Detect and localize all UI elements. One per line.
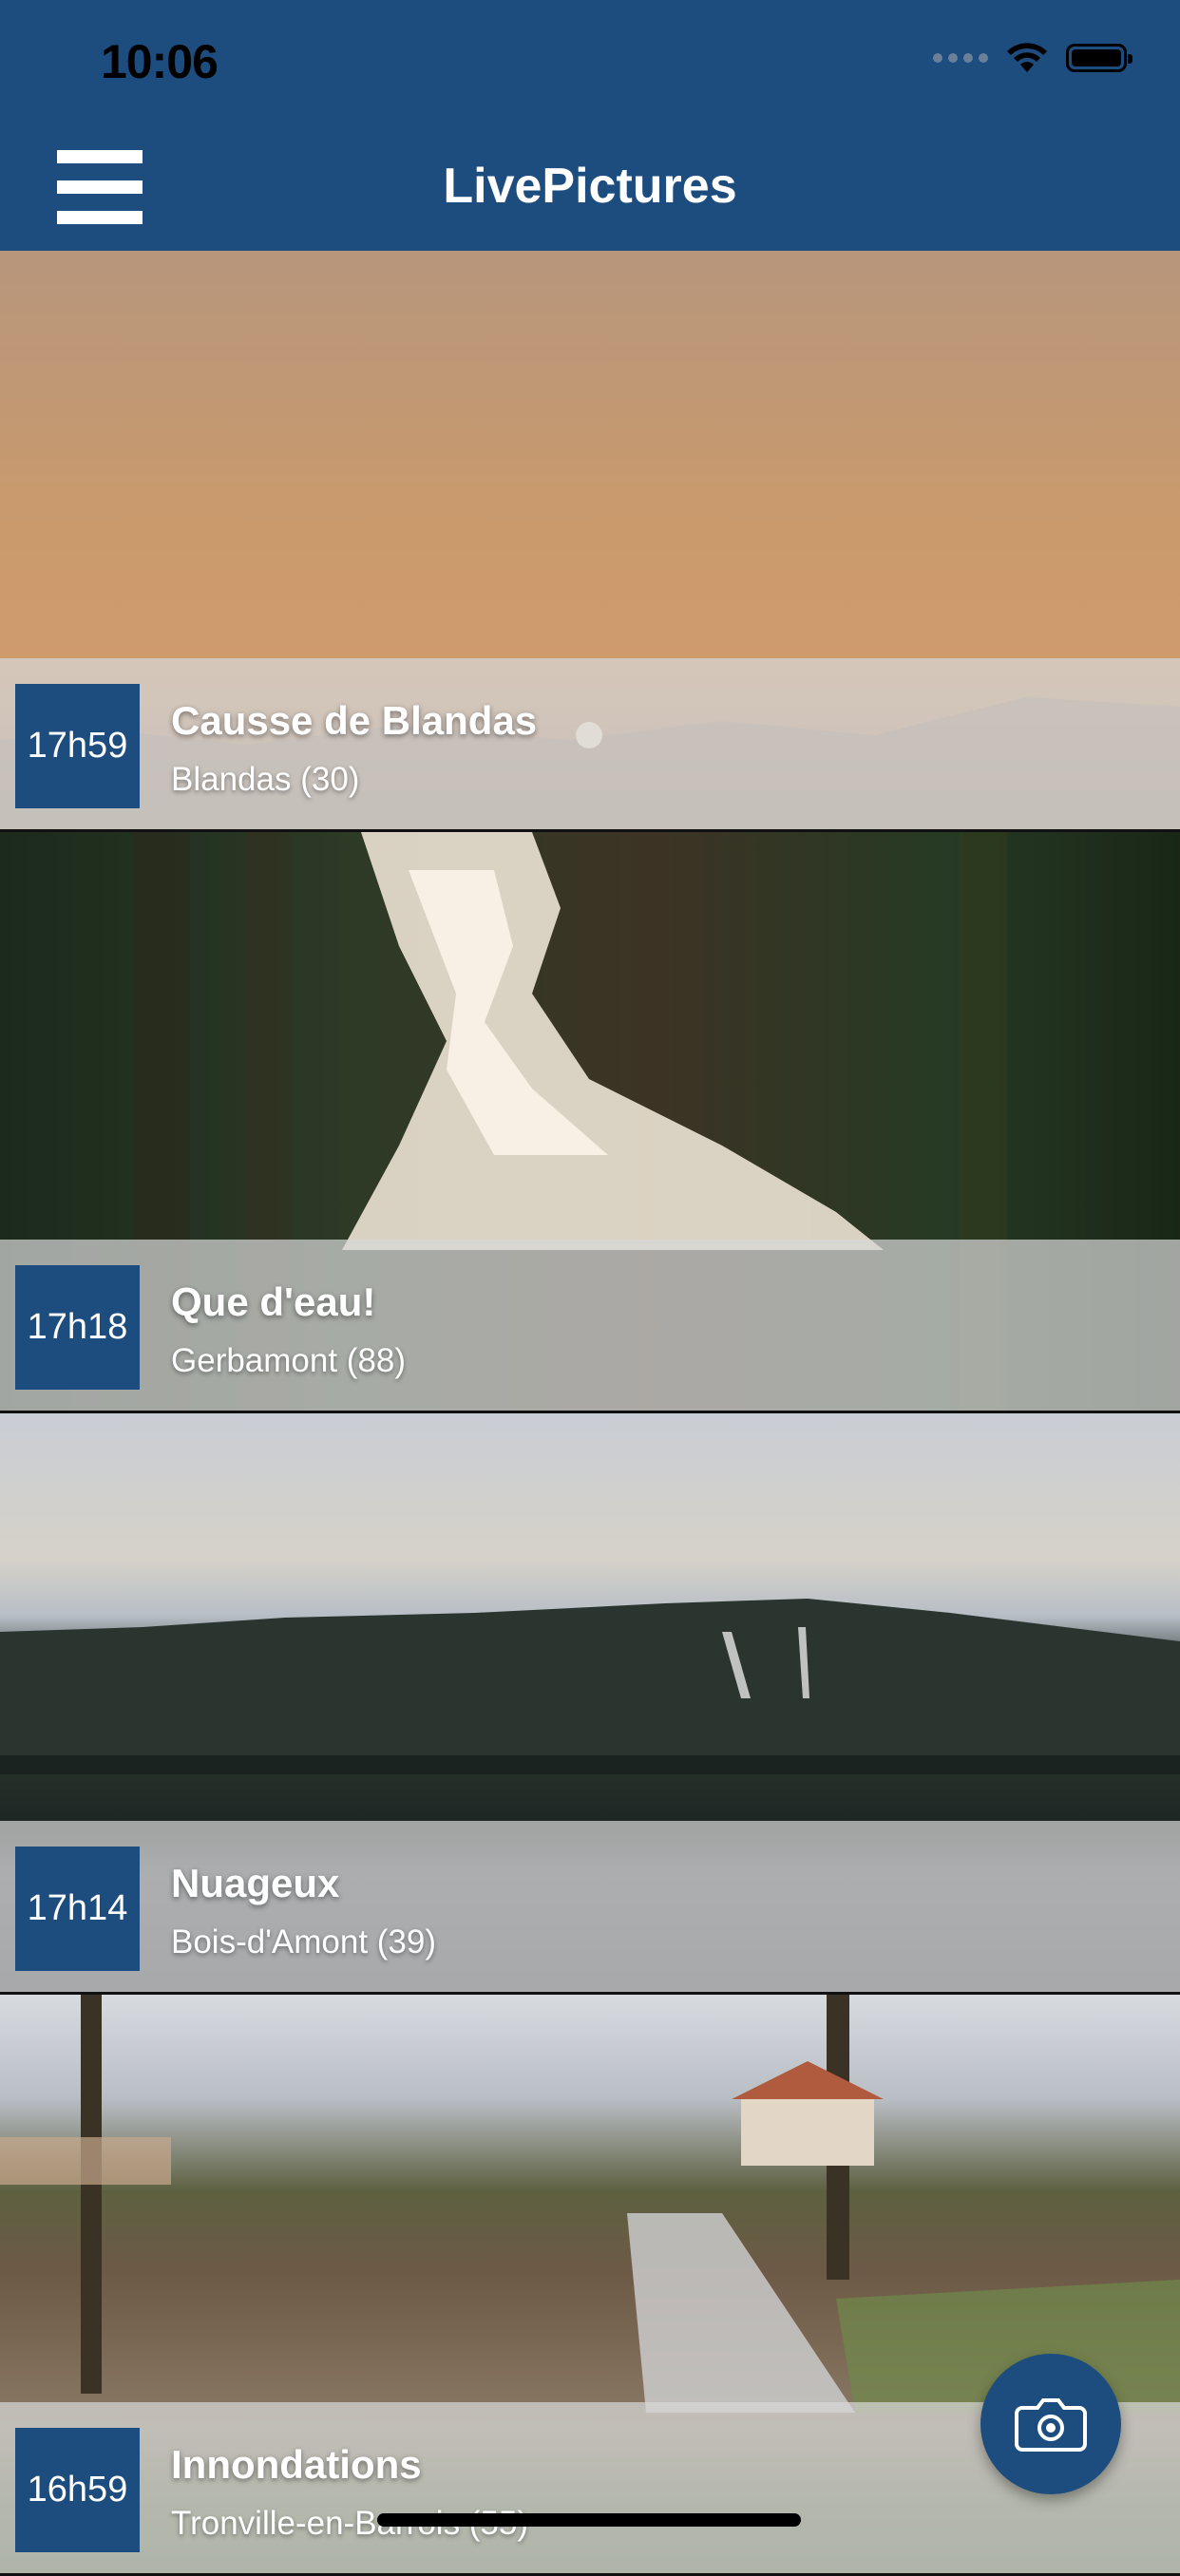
card-title: Innondations (171, 2442, 422, 2487)
card-location: Bois-d'Amont (39) (171, 1923, 437, 1960)
camera-icon (1015, 2398, 1087, 2452)
card-title: Nuageux (171, 1861, 340, 1905)
battery-icon (1066, 44, 1132, 72)
card-location: Blandas (30) (171, 761, 360, 798)
feed-card[interactable]: 17h14 Nuageux Bois-d'Amont (39) (0, 1413, 1180, 1995)
camera-button[interactable] (980, 2354, 1121, 2494)
cellular-signal-icon (933, 53, 988, 63)
feed-card[interactable]: 17h59 Causse de Blandas Blandas (30) (0, 251, 1180, 832)
caption-bar (0, 1821, 1180, 1992)
feed-card[interactable]: 16h59 Innondations Tronville-en-Barrois … (0, 1995, 1180, 2576)
app-title: LivePictures (443, 159, 737, 214)
status-icons (933, 42, 1132, 74)
time-badge: 17h59 (15, 684, 140, 808)
wifi-icon (1007, 43, 1047, 72)
time-badge: 16h59 (15, 2428, 140, 2552)
card-location: Gerbamont (88) (171, 1342, 407, 1379)
photo-feed[interactable]: 17h59 Causse de Blandas Blandas (30) 17h… (0, 251, 1180, 2576)
feed-card[interactable]: 17h18 Que d'eau! Gerbamont (88) (0, 832, 1180, 1413)
card-title: Causse de Blandas (171, 698, 538, 743)
time-badge: 17h18 (15, 1265, 140, 1390)
time-badge: 17h14 (15, 1847, 140, 1971)
status-time: 10:06 (101, 35, 219, 88)
card-title: Que d'eau! (171, 1279, 376, 1324)
home-indicator (377, 2513, 801, 2527)
caption-bar (0, 1240, 1180, 1411)
caption-bar (0, 658, 1180, 829)
app-header: 10:06 LivePictures (0, 0, 1180, 251)
